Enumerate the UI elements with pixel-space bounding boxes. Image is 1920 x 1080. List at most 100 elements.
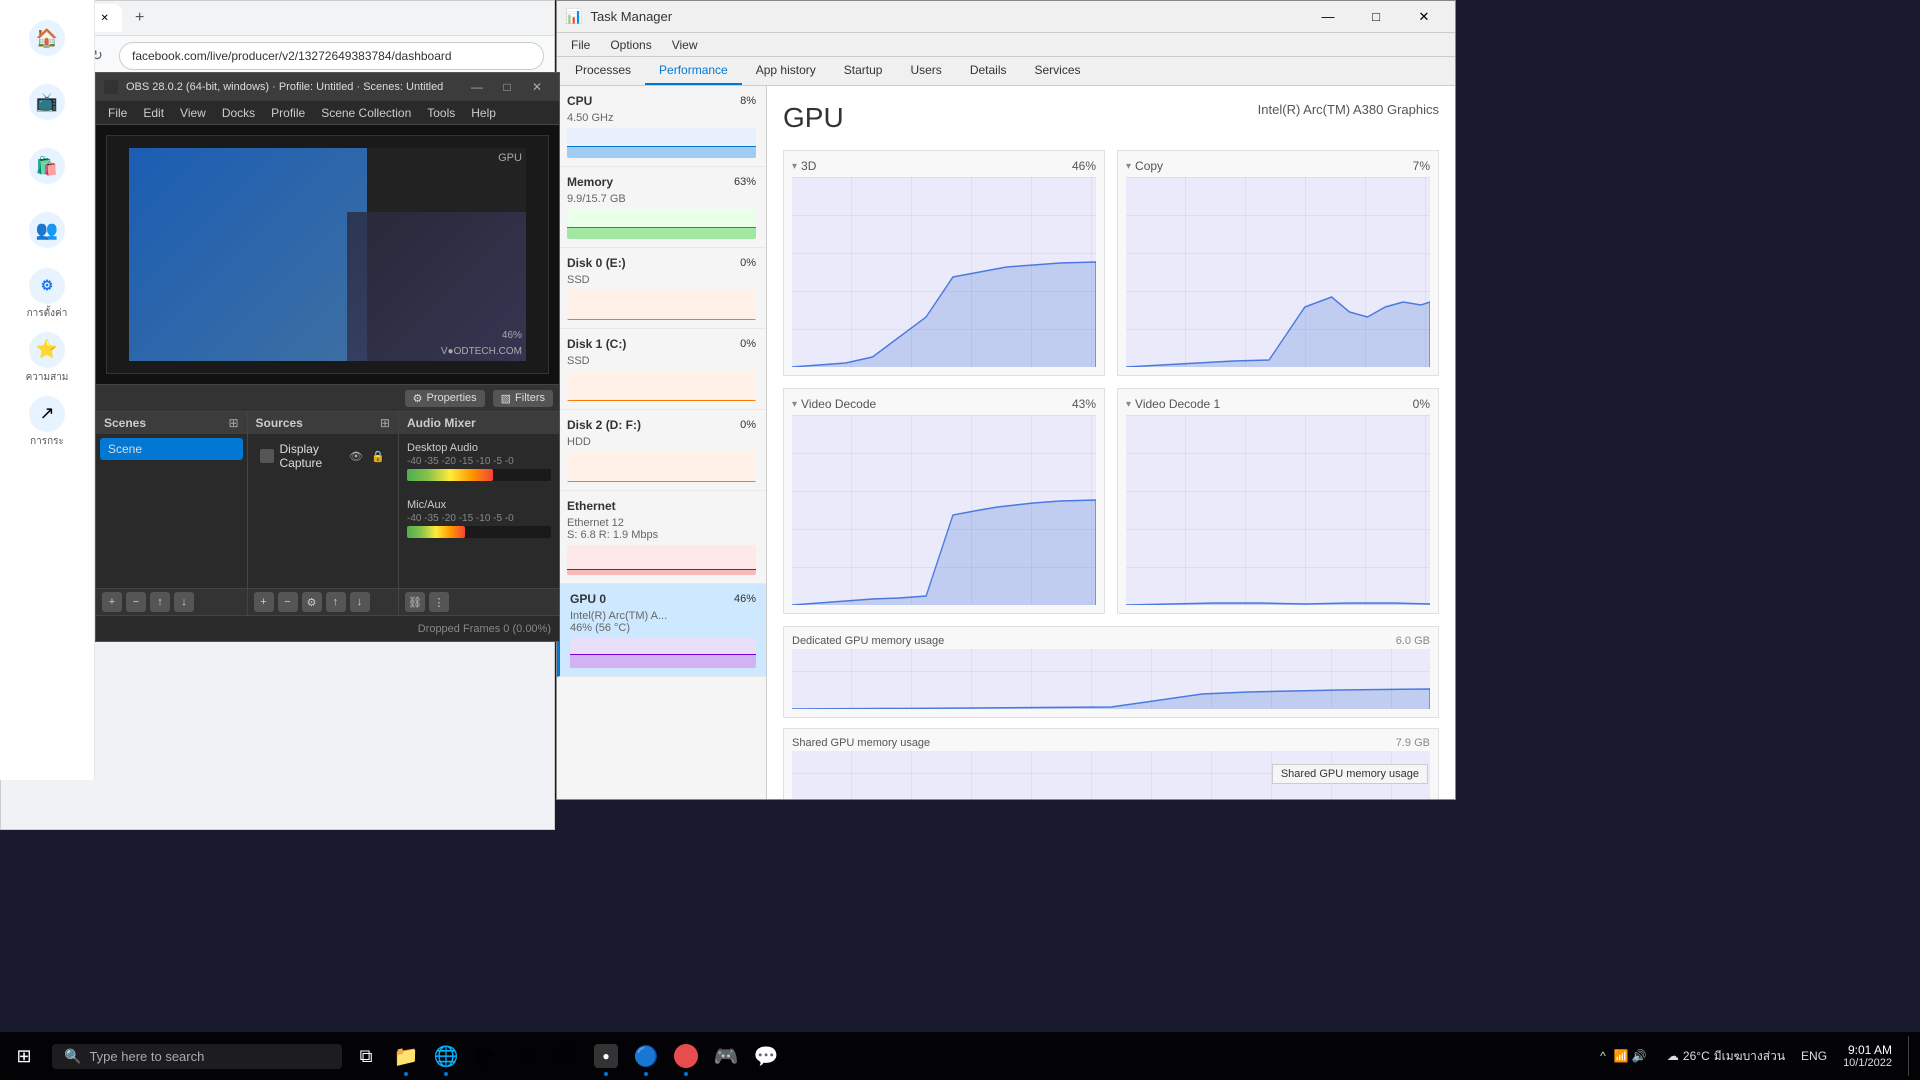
tm-tab-app-history[interactable]: App history (742, 57, 830, 85)
start-btn[interactable]: ⊞ (0, 1032, 48, 1080)
gpu-perf-detail: Intel(R) Arc(TM) A... (570, 610, 756, 622)
taskbar-app1[interactable] (666, 1032, 706, 1080)
tray-arrow[interactable]: ^ (1595, 1048, 1611, 1064)
3d-collapse-btn[interactable]: ▾ (792, 161, 797, 172)
tab-close-btn[interactable]: ✕ (98, 11, 112, 25)
weather-info: ☁ 26°C มีเมฆบางส่วน (1659, 1047, 1793, 1066)
taskbar-clock[interactable]: 9:01 AM 10/1/2022 (1835, 1043, 1900, 1069)
tm-tab-services[interactable]: Services (1021, 57, 1095, 85)
file-explorer-icon: 📁 (394, 1044, 418, 1068)
obs-source-item[interactable]: Display Capture 👁 🔒 (252, 438, 395, 474)
taskbar-file-explorer[interactable]: 📁 (386, 1032, 426, 1080)
taskbar-chrome[interactable]: 🔵 (626, 1032, 666, 1080)
tray-show-desktop[interactable] (1908, 1036, 1912, 1076)
obs-menu-profile[interactable]: Profile (263, 104, 313, 122)
tm-sidebar-disk1[interactable]: Disk 1 (C:) 0% SSD (557, 329, 766, 410)
obs-maximize-btn[interactable]: □ (493, 76, 521, 98)
obs-icon (104, 80, 118, 94)
taskbar-task-view[interactable]: ⧉ (346, 1032, 386, 1080)
obs-close-btn[interactable]: ✕ (523, 76, 551, 98)
tm-minimize-btn[interactable]: — (1305, 1, 1351, 33)
tm-sidebar-gpu[interactable]: GPU 0 46% Intel(R) Arc(TM) A... 46% (56 … (557, 584, 766, 677)
scenes-panel-btn[interactable]: ⊞ (228, 416, 238, 430)
taskbar-obs[interactable]: ● (586, 1032, 626, 1080)
obs-scenes-panel: Scenes ⊞ Scene + − ↑ ↓ (96, 412, 248, 615)
tm-sidebar-cpu[interactable]: CPU 8% 4.50 GHz (557, 86, 766, 167)
obs-preview-task (347, 212, 526, 361)
taskbar-search-icon: 🔍 (64, 1048, 81, 1065)
dedicated-mem-chart-area (792, 649, 1430, 709)
disk1-perf-detail: SSD (567, 355, 756, 367)
scene-add-btn[interactable]: + (102, 592, 122, 612)
vd1-collapse-btn[interactable]: ▾ (1126, 399, 1131, 410)
obs-menu-docks[interactable]: Docks (214, 104, 263, 122)
fb-sidebar-home[interactable]: 🏠 (17, 8, 77, 68)
tm-close-btn[interactable]: ✕ (1401, 1, 1447, 33)
audio-link-btn[interactable]: ⛓ (405, 592, 425, 612)
fb-sidebar-watch[interactable]: 📺 (17, 72, 77, 132)
tm-maximize-btn[interactable]: □ (1353, 1, 1399, 33)
tm-tab-users[interactable]: Users (896, 57, 955, 85)
tm-sidebar-memory[interactable]: Memory 63% 9.9/15.7 GB (557, 167, 766, 248)
tm-sidebar-ethernet[interactable]: Ethernet Ethernet 12 S: 6.8 R: 1.9 Mbps (557, 491, 766, 584)
taskbar-app3[interactable]: 💬 (746, 1032, 786, 1080)
new-tab-btn[interactable]: + (128, 6, 152, 30)
taskbar-app2[interactable]: 🎮 (706, 1032, 746, 1080)
audio-menu-btn[interactable]: ⋮ (429, 592, 449, 612)
obs-minimize-btn[interactable]: — (463, 76, 491, 98)
obs-menu-help[interactable]: Help (463, 104, 504, 122)
scene-down-btn[interactable]: ↓ (174, 592, 194, 612)
source-lock-btn[interactable]: 🔒 (370, 448, 386, 464)
fb-sidebar-dashboard[interactable]: ⚙ การตั้งค่า (17, 264, 77, 324)
fb-sidebar-group[interactable]: 👥 (17, 200, 77, 260)
obs-sources-content: Display Capture 👁 🔒 (248, 434, 399, 588)
tray-sound[interactable]: 🔊 (1631, 1048, 1647, 1064)
vd1-chart-grid (1126, 415, 1430, 605)
obs-menu-tools[interactable]: Tools (419, 104, 463, 122)
tm-3d-header: ▾ 3D 46% (792, 159, 1096, 173)
sources-panel-btn[interactable]: ⊞ (380, 416, 390, 430)
tm-menu-view[interactable]: View (662, 36, 708, 54)
gpu-perf-value: 46% (734, 593, 756, 605)
tm-sidebar-disk2[interactable]: Disk 2 (D: F:) 0% HDD (557, 410, 766, 491)
tm-tab-startup[interactable]: Startup (830, 57, 897, 85)
taskbar-edge[interactable]: 🌐 (426, 1032, 466, 1080)
source-visibility-btn[interactable]: 👁 (348, 448, 364, 464)
obs-menu-file[interactable]: File (100, 104, 135, 122)
tray-network[interactable]: 📶 (1613, 1048, 1629, 1064)
taskbar-mail[interactable]: ✉ (506, 1032, 546, 1080)
vd-collapse-btn[interactable]: ▾ (792, 399, 797, 410)
tm-tab-details[interactable]: Details (956, 57, 1021, 85)
3d-chart-area (792, 177, 1096, 367)
obs-properties-btn[interactable]: ⚙ Properties (405, 390, 485, 407)
source-settings-btn[interactable]: ⚙ (302, 592, 322, 612)
taskbar-photos[interactable]: 🖼 (546, 1032, 586, 1080)
taskbar-search-text: Type here to search (89, 1049, 204, 1064)
scene-remove-btn[interactable]: − (126, 592, 146, 612)
obs-audio-header: Audio Mixer (399, 412, 559, 434)
source-up-btn[interactable]: ↑ (326, 592, 346, 612)
tm-tab-performance[interactable]: Performance (645, 57, 742, 85)
tm-sidebar-disk0[interactable]: Disk 0 (E:) 0% SSD (557, 248, 766, 329)
obs-menu-scene-collection[interactable]: Scene Collection (313, 104, 419, 122)
fb-sidebar-share[interactable]: ↗ การกระ (17, 392, 77, 452)
tm-tab-processes[interactable]: Processes (561, 57, 645, 85)
address-bar[interactable]: facebook.com/live/producer/v2/1327264938… (119, 42, 544, 70)
source-down-btn[interactable]: ↓ (350, 592, 370, 612)
tm-menu-file[interactable]: File (561, 36, 600, 54)
copy-chart-area (1126, 177, 1430, 367)
fb-sidebar-star[interactable]: ⭐ ความสาม (17, 328, 77, 388)
3d-chart-grid (792, 177, 1096, 367)
source-add-btn[interactable]: + (254, 592, 274, 612)
obs-scene-item[interactable]: Scene (100, 438, 243, 460)
taskbar-search[interactable]: 🔍 Type here to search (52, 1044, 342, 1069)
obs-menu-view[interactable]: View (172, 104, 214, 122)
obs-menu-edit[interactable]: Edit (135, 104, 172, 122)
copy-collapse-btn[interactable]: ▾ (1126, 161, 1131, 172)
obs-filters-btn[interactable]: ▧ Filters (493, 390, 553, 407)
tm-menu-options[interactable]: Options (600, 36, 661, 54)
source-remove-btn[interactable]: − (278, 592, 298, 612)
taskbar-store[interactable]: 🛍 (466, 1032, 506, 1080)
scene-up-btn[interactable]: ↑ (150, 592, 170, 612)
fb-sidebar-marketplace[interactable]: 🛍️ (17, 136, 77, 196)
